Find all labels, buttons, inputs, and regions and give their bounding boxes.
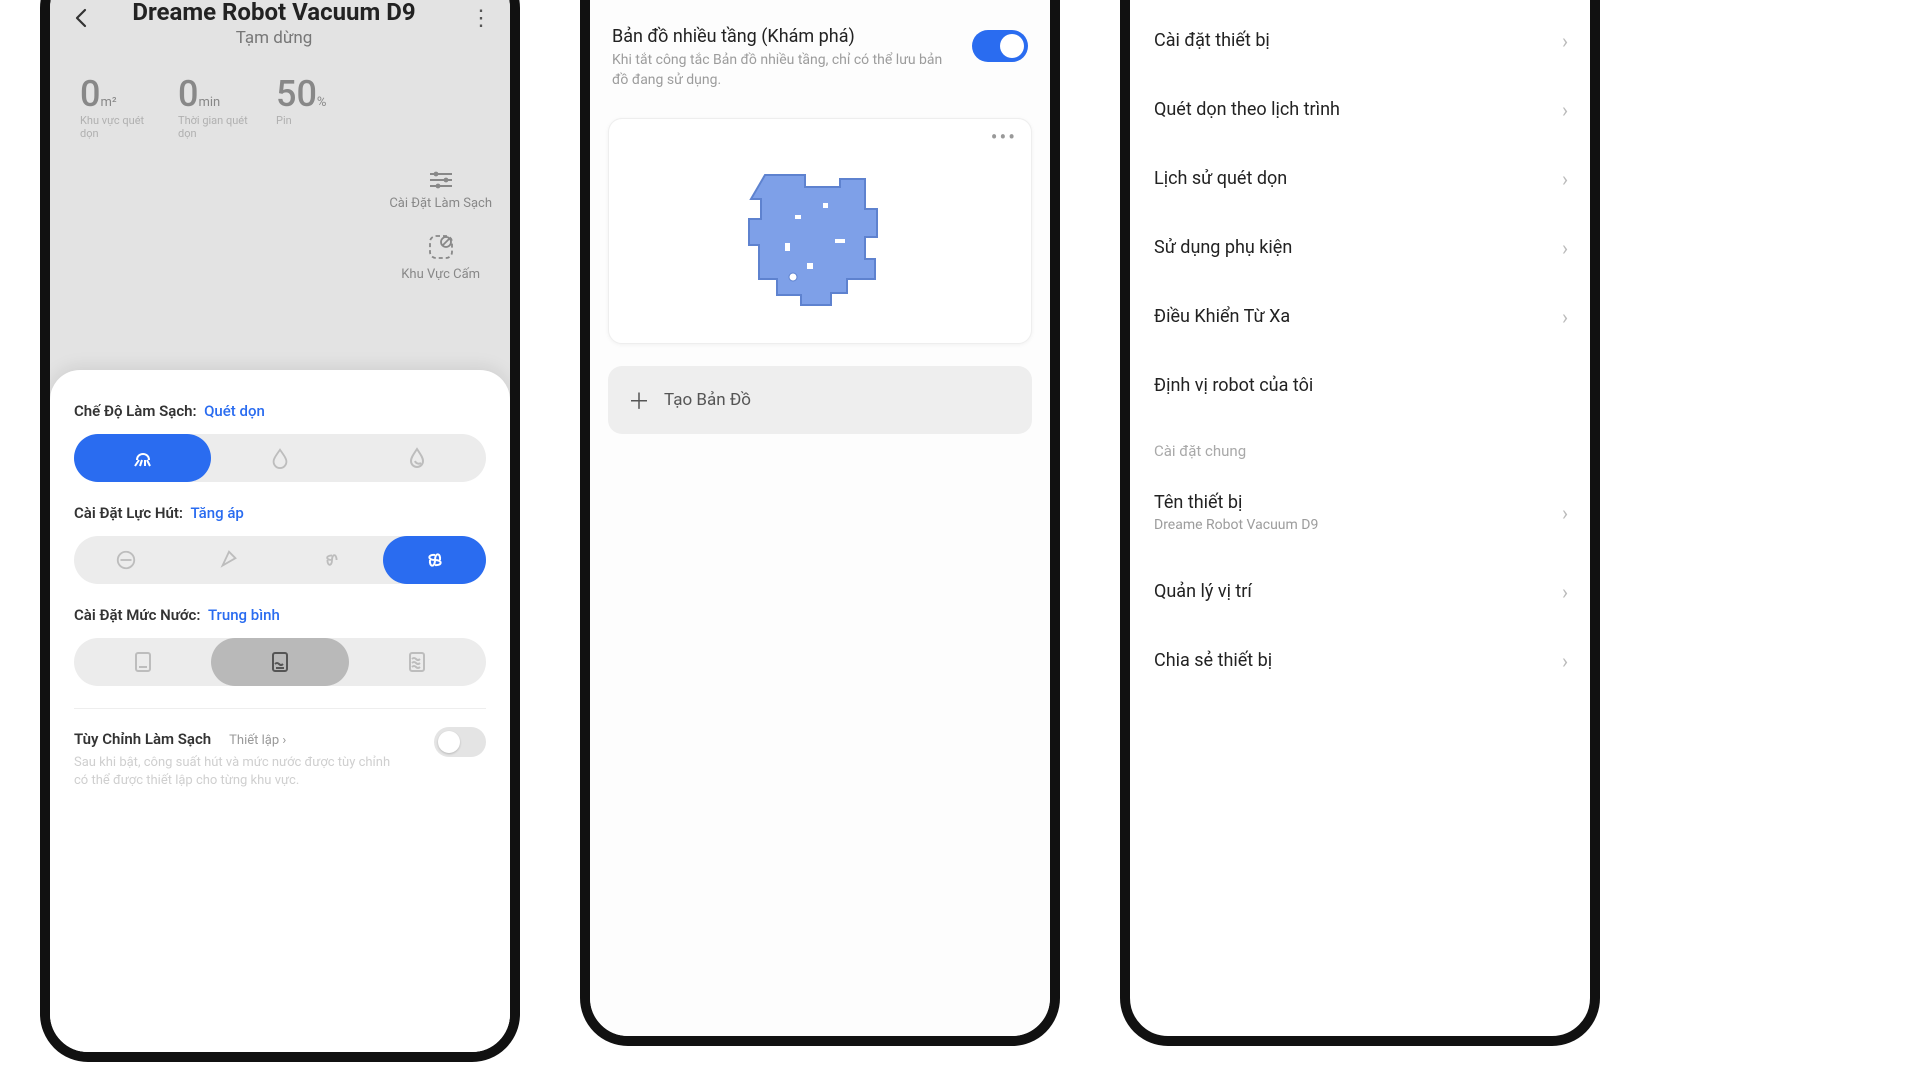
device-title: Dreame Robot Vacuum D9 (78, 0, 470, 26)
chevron-right-icon: › (1562, 167, 1568, 191)
suction-selector (74, 536, 486, 584)
dimmed-background: Dreame Robot Vacuum D9 Tạm dừng ⋮ 0m² Kh… (50, 0, 510, 1052)
fan-turbo-icon (423, 548, 447, 572)
suction-standard-button[interactable] (177, 536, 280, 584)
mode-both-button[interactable] (349, 434, 486, 482)
fan-low-icon (218, 549, 240, 571)
more-icon[interactable]: ⋮ (470, 6, 490, 31)
status-subtitle: Tạm dừng (78, 28, 470, 48)
chevron-right-icon: › (1562, 649, 1568, 673)
quiet-icon (115, 549, 137, 571)
sweep-icon (131, 446, 155, 470)
phone-settings: Cài đặt chức năng Cài đặt thiết bị › Qué… (1120, 0, 1600, 1046)
suction-turbo-button[interactable] (383, 536, 486, 584)
water-low-icon (132, 650, 154, 674)
cleaning-mode-sheet: Chế Độ Làm Sạch: Quét dọn Cài Đặt Lực (50, 370, 510, 1052)
multi-floor-title: Bản đồ nhiều tầng (Khám phá) (612, 26, 958, 47)
settings-item-history[interactable]: Lịch sử quét dọn › (1130, 144, 1590, 213)
chevron-right-icon: › (1562, 236, 1568, 260)
cleaning-mode-selector (74, 434, 486, 482)
water-high-icon (406, 650, 428, 674)
suction-label: Cài Đặt Lực Hút: Tăng áp (74, 504, 486, 522)
chevron-right-icon: › (1562, 305, 1568, 329)
map-card-more-icon[interactable]: ••• (991, 125, 1017, 149)
suction-quiet-button[interactable] (74, 536, 177, 584)
cleaning-mode-label: Chế Độ Làm Sạch: Quét dọn (74, 402, 486, 420)
mode-sweep-button[interactable] (74, 434, 211, 482)
water-selector (74, 638, 486, 686)
settings-item-share[interactable]: Chia sẻ thiết bị › (1130, 626, 1590, 695)
create-map-button[interactable]: ＋ Tạo Bản Đồ (608, 366, 1032, 434)
settings-item-device-name[interactable]: Tên thiết bị Dreame Robot Vacuum D9 › (1130, 468, 1590, 557)
map-card[interactable]: ••• (608, 118, 1032, 344)
water-mid-button[interactable] (211, 638, 348, 686)
no-go-zone-button[interactable]: Khu Vực Cấm (401, 233, 480, 282)
settings-item-locate[interactable]: Định vị robot của tôi (1130, 351, 1590, 420)
drop-swirl-icon (405, 446, 429, 470)
settings-item-accessories[interactable]: Sử dụng phụ kiện › (1130, 213, 1590, 282)
settings-item-location[interactable]: Quản lý vị trí › (1130, 557, 1590, 626)
custom-cleaning-toggle[interactable] (434, 727, 486, 757)
section-general-title: Cài đặt chung (1130, 420, 1590, 468)
custom-cleaning-setup-link[interactable]: Thiết lập › (229, 733, 286, 748)
mode-mop-button[interactable] (211, 434, 348, 482)
custom-cleaning-desc: Sau khi bật, công suất hút và mức nước đ… (74, 754, 404, 790)
water-low-button[interactable] (74, 638, 211, 686)
stat-time: 0min Thời gian quét dọn (178, 76, 248, 140)
chevron-right-icon: › (1562, 29, 1568, 53)
stat-area: 0m² Khu vực quét dọn (80, 76, 150, 140)
phone-map-management: Quản lý bản đồ i Bản đồ nhiều tầng (Khám… (580, 0, 1060, 1046)
cleaning-settings-button[interactable]: Cài Đặt Làm Sạch (389, 170, 492, 211)
chevron-right-icon: › (1562, 580, 1568, 604)
sliders-icon (428, 170, 454, 190)
create-map-label: Tạo Bản Đồ (664, 390, 751, 410)
stat-battery: 50% Pin (276, 76, 326, 140)
settings-item-device[interactable]: Cài đặt thiết bị › (1130, 6, 1590, 75)
settings-item-remote[interactable]: Điều Khiển Từ Xa › (1130, 282, 1590, 351)
multi-floor-toggle[interactable] (972, 30, 1028, 62)
water-high-button[interactable] (349, 638, 486, 686)
chevron-right-icon: › (1562, 98, 1568, 122)
plus-icon: ＋ (628, 384, 650, 416)
custom-cleaning-title: Tùy Chỉnh Làm Sạch (74, 730, 211, 748)
suction-strong-button[interactable] (280, 536, 383, 584)
multi-floor-desc: Khi tắt công tắc Bản đồ nhiều tầng, chỉ … (612, 51, 958, 90)
phone-main-control: Dreame Robot Vacuum D9 Tạm dừng ⋮ 0m² Kh… (40, 0, 520, 1062)
fan-mid-icon (321, 549, 343, 571)
water-mid-icon (269, 650, 291, 674)
chevron-right-icon: › (1562, 501, 1568, 525)
drop-icon (269, 447, 291, 469)
floor-map-icon (735, 155, 905, 325)
water-label: Cài Đặt Mức Nước: Trung bình (74, 606, 486, 624)
settings-item-schedule[interactable]: Quét dọn theo lịch trình › (1130, 75, 1590, 144)
no-go-icon (427, 233, 455, 261)
device-name-value: Dreame Robot Vacuum D9 (1154, 517, 1566, 533)
multi-floor-row: Bản đồ nhiều tầng (Khám phá) Khi tắt côn… (590, 4, 1050, 100)
custom-cleaning-row: Tùy Chỉnh Làm Sạch Thiết lập › Sau khi b… (74, 708, 486, 790)
